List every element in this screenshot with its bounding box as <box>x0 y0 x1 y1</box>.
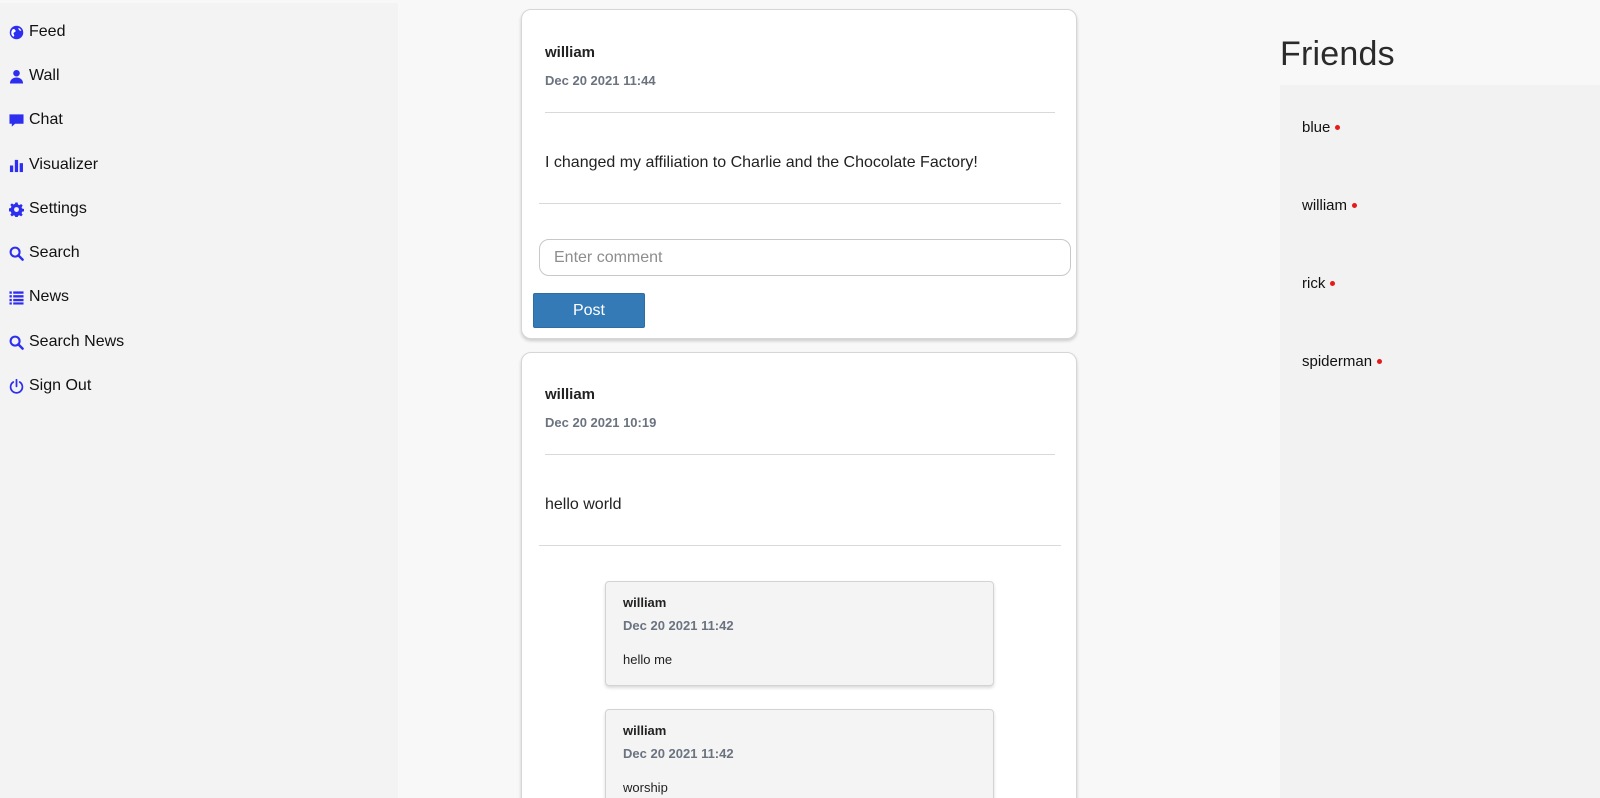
globe-icon <box>9 25 24 40</box>
comment-author[interactable]: william <box>623 723 666 738</box>
post-author[interactable]: william <box>545 386 595 403</box>
status-dot-icon <box>1352 203 1357 208</box>
comment-card: william Dec 20 2021 11:42 worship <box>605 709 994 798</box>
post-comment-button[interactable]: Post <box>533 293 645 328</box>
comment-body: hello me <box>623 652 673 667</box>
search-icon <box>9 246 24 261</box>
comment-card: william Dec 20 2021 11:42 hello me <box>605 581 994 686</box>
friend-name: william <box>1302 197 1347 214</box>
sidebar-item-feed[interactable]: Feed <box>9 23 65 41</box>
post-divider <box>545 454 1055 455</box>
friend-name: spiderman <box>1302 353 1373 370</box>
post-body: I changed my affiliation to Charlie and … <box>545 154 978 171</box>
list-icon <box>9 290 24 305</box>
comment-timestamp: Dec 20 2021 11:42 <box>623 618 734 633</box>
friend-item[interactable]: spiderman <box>1302 353 1383 370</box>
sidebar-item-sign-out[interactable]: Sign Out <box>9 377 91 395</box>
post-divider <box>539 203 1061 204</box>
friend-item[interactable]: blue <box>1302 119 1341 136</box>
sidebar-item-chat[interactable]: Chat <box>9 111 63 129</box>
friend-name: blue <box>1302 119 1331 136</box>
sidebar-item-settings[interactable]: Settings <box>9 200 87 218</box>
sidebar: Feed Wall Chat Visualizer Settings Searc… <box>0 3 398 798</box>
comment-body: worship <box>623 780 668 795</box>
sidebar-item-label: Search News <box>29 333 125 350</box>
post-timestamp: Dec 20 2021 11:44 <box>545 73 656 88</box>
post-divider <box>545 112 1055 113</box>
sidebar-item-label: News <box>29 288 70 305</box>
sidebar-item-search[interactable]: Search <box>9 244 80 262</box>
chat-bubble-icon <box>9 113 24 128</box>
post-timestamp: Dec 20 2021 10:19 <box>545 415 657 430</box>
sidebar-item-label: Feed <box>29 23 66 40</box>
sidebar-item-label: Chat <box>29 111 63 128</box>
post-body: hello world <box>545 496 622 513</box>
sidebar-item-label: Wall <box>29 67 60 84</box>
sidebar-item-news[interactable]: News <box>9 288 69 306</box>
friend-item[interactable]: rick <box>1302 275 1336 292</box>
friends-list: blue william rick spiderman <box>1280 85 1600 798</box>
status-dot-icon <box>1330 281 1336 286</box>
status-dot-icon <box>1377 359 1383 364</box>
user-icon <box>9 69 24 84</box>
sidebar-item-wall[interactable]: Wall <box>9 67 60 85</box>
friend-item[interactable]: william <box>1302 197 1357 214</box>
sidebar-item-label: Sign Out <box>29 377 92 394</box>
post-divider <box>539 545 1061 546</box>
status-dot-icon <box>1335 125 1341 130</box>
sidebar-item-label: Search <box>29 244 80 261</box>
comment-author[interactable]: william <box>623 595 666 610</box>
post-card: william Dec 20 2021 11:44 I changed my a… <box>521 9 1077 339</box>
sidebar-item-search-news[interactable]: Search News <box>9 333 124 351</box>
comment-input[interactable] <box>539 239 1071 276</box>
sidebar-item-label: Visualizer <box>29 156 99 173</box>
sidebar-item-visualizer[interactable]: Visualizer <box>9 156 98 174</box>
friend-name: rick <box>1302 275 1326 292</box>
sidebar-item-label: Settings <box>29 200 87 217</box>
bar-chart-icon <box>9 158 24 173</box>
post-card: william Dec 20 2021 10:19 hello world wi… <box>521 352 1077 798</box>
friends-heading: Friends <box>1280 35 1395 73</box>
gear-icon <box>9 201 24 217</box>
search-icon <box>9 335 24 350</box>
power-icon <box>9 378 24 394</box>
comment-timestamp: Dec 20 2021 11:42 <box>623 746 734 761</box>
post-author[interactable]: william <box>545 44 595 61</box>
